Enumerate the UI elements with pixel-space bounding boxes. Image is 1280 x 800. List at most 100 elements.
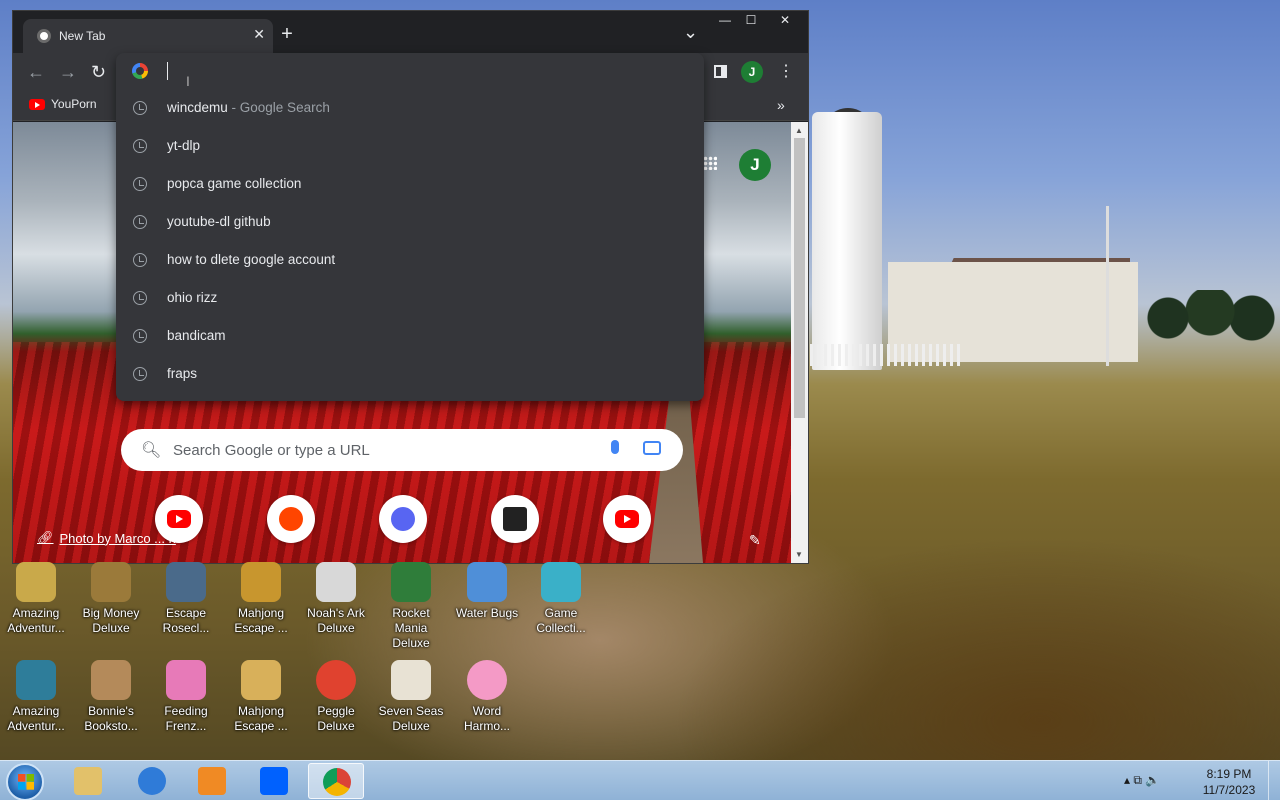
- desktop-icon[interactable]: Noah's Ark Deluxe: [300, 562, 372, 636]
- desktop-icon[interactable]: Seven Seas Deluxe: [375, 660, 447, 734]
- desktop-icon[interactable]: Word Harmo...: [451, 660, 523, 734]
- suggestion-hint: - Google Search: [227, 100, 330, 115]
- game-icon: [166, 660, 206, 700]
- desktop-icon[interactable]: Game Collecti...: [525, 562, 597, 636]
- profile-avatar[interactable]: J: [741, 61, 763, 83]
- desktop-icon[interactable]: Bonnie's Booksto...: [75, 660, 147, 734]
- game-icon: [316, 660, 356, 700]
- taskbar-dropbox[interactable]: [246, 763, 302, 799]
- shortcut-reddit[interactable]: [267, 495, 315, 543]
- lens-search-icon[interactable]: [643, 441, 661, 455]
- forward-button[interactable]: →: [59, 62, 77, 83]
- suggestion-text: ohio rizz: [167, 290, 218, 305]
- dropbox-icon: [260, 767, 288, 795]
- maximize-button[interactable]: ☐: [739, 11, 763, 29]
- page-scrollbar[interactable]: ▲ ▼: [791, 122, 808, 563]
- flag-pole: [1106, 206, 1109, 366]
- game-icon: [241, 660, 281, 700]
- chrome-menu-button[interactable]: ⋮: [778, 61, 794, 81]
- history-clock-icon: [133, 329, 147, 343]
- suggestion-item[interactable]: ohio rizz: [116, 279, 704, 317]
- desktop-icon[interactable]: Amazing Adventur...: [0, 660, 72, 734]
- desktop-icon-label: Escape Rosecl...: [162, 606, 210, 635]
- desktop-icon-label: Amazing Adventur...: [7, 704, 65, 733]
- scrollbar-thumb[interactable]: [794, 138, 805, 418]
- desktop-icon-label: Game Collecti...: [536, 606, 586, 635]
- desktop-icon-label: Water Bugs: [455, 606, 519, 620]
- game-icon: [316, 562, 356, 602]
- taskbar-explorer[interactable]: [60, 763, 116, 799]
- suggestion-text: popca game collection: [167, 176, 302, 191]
- taskbar-media-player[interactable]: [184, 763, 240, 799]
- customize-pencil-icon[interactable]: ✎: [749, 532, 761, 549]
- desktop-icon[interactable]: Escape Rosecl...: [150, 562, 222, 636]
- youtube-icon: [615, 510, 639, 528]
- omnibox-input[interactable]: [164, 59, 684, 83]
- desktop-icon[interactable]: Mahjong Escape ...: [225, 562, 297, 636]
- suggestion-item[interactable]: yt-dlp: [116, 127, 704, 165]
- taskbar-clock[interactable]: 8:19 PM 11/7/2023: [1196, 766, 1262, 798]
- desktop-icon[interactable]: Mahjong Escape ...: [225, 660, 297, 734]
- shortcut-youtube-2[interactable]: [603, 495, 651, 543]
- desktop-icon-label: Noah's Ark Deluxe: [307, 606, 365, 635]
- desktop-icon[interactable]: Peggle Deluxe: [300, 660, 372, 734]
- close-window-button[interactable]: ✕: [773, 11, 797, 29]
- tab-new-tab[interactable]: New Tab ✕: [23, 19, 273, 53]
- ntp-search-box[interactable]: 🔍︎ Search Google or type a URL: [121, 429, 683, 471]
- history-clock-icon: [133, 215, 147, 229]
- desktop-icon-label: Mahjong Escape ...: [234, 606, 288, 635]
- minimize-button[interactable]: —: [713, 11, 737, 29]
- back-button[interactable]: ←: [27, 62, 45, 83]
- ntp-profile-avatar[interactable]: J: [739, 149, 771, 181]
- taskbar-chrome[interactable]: [308, 763, 364, 799]
- suggestion-item[interactable]: how to dlete google account: [116, 241, 704, 279]
- system-tray-icons[interactable]: ▴ ⧉ 🔈: [1124, 773, 1160, 788]
- new-tab-button[interactable]: +: [275, 23, 299, 46]
- start-button[interactable]: [6, 763, 44, 800]
- history-clock-icon: [133, 253, 147, 267]
- suggestion-item[interactable]: bandicam: [116, 317, 704, 355]
- reload-button[interactable]: ↻: [91, 62, 106, 83]
- tab-search-button[interactable]: ⌄: [683, 23, 698, 41]
- desktop-icon[interactable]: Water Bugs: [451, 562, 523, 621]
- lighthouse: [812, 112, 882, 370]
- tab-close-icon[interactable]: ✕: [253, 26, 265, 43]
- suggestion-item[interactable]: fraps: [116, 355, 704, 393]
- folder-icon: [74, 767, 102, 795]
- desktop-icon-label: Peggle Deluxe: [317, 704, 355, 733]
- scroll-down-icon[interactable]: ▼: [795, 550, 803, 559]
- photo-credit-link[interactable]: 🔗︎ Photo by Marco ... n: [37, 530, 176, 546]
- desktop-icon-label: Amazing Adventur...: [7, 606, 65, 635]
- ibeam-cursor-icon: I: [186, 73, 190, 89]
- scroll-up-icon[interactable]: ▲: [795, 126, 803, 135]
- voice-search-icon[interactable]: [611, 440, 619, 454]
- bookmark-item[interactable]: YouPorn: [29, 97, 97, 111]
- desktop-icon-label: Bonnie's Booksto...: [84, 704, 138, 733]
- game-icon: [16, 660, 56, 700]
- side-panel-icon[interactable]: [714, 65, 727, 78]
- tab-title: New Tab: [59, 29, 106, 43]
- desktop-icon[interactable]: Big Money Deluxe: [75, 562, 147, 636]
- fence: [810, 344, 960, 366]
- shortcut-discord[interactable]: [379, 495, 427, 543]
- desktop-icon[interactable]: Amazing Adventur...: [0, 562, 72, 636]
- show-desktop-button[interactable]: [1268, 761, 1280, 800]
- desktop-icon-label: Big Money Deluxe: [82, 606, 140, 635]
- search-placeholder: Search Google or type a URL: [173, 442, 370, 459]
- bookmarks-overflow-button[interactable]: »: [777, 97, 785, 113]
- youtube-icon: [167, 510, 191, 528]
- game-icon: [467, 660, 507, 700]
- desktop-icon[interactable]: Feeding Frenz...: [150, 660, 222, 734]
- suggestion-item[interactable]: popca game collection: [116, 165, 704, 203]
- game-icon: [541, 562, 581, 602]
- taskbar-internet-explorer[interactable]: [124, 763, 180, 799]
- game-icon: [467, 562, 507, 602]
- archive-icon: [503, 507, 527, 531]
- google-apps-icon[interactable]: [703, 156, 717, 170]
- shortcut-archive[interactable]: [491, 495, 539, 543]
- photo-credit-text: Photo by Marco ... n: [59, 530, 176, 546]
- desktop-icon[interactable]: Rocket Mania Deluxe: [375, 562, 447, 651]
- desktop-icon-label: Mahjong Escape ...: [234, 704, 288, 733]
- suggestion-item[interactable]: youtube-dl github: [116, 203, 704, 241]
- suggestion-item[interactable]: wincdemu - Google Search: [116, 89, 704, 127]
